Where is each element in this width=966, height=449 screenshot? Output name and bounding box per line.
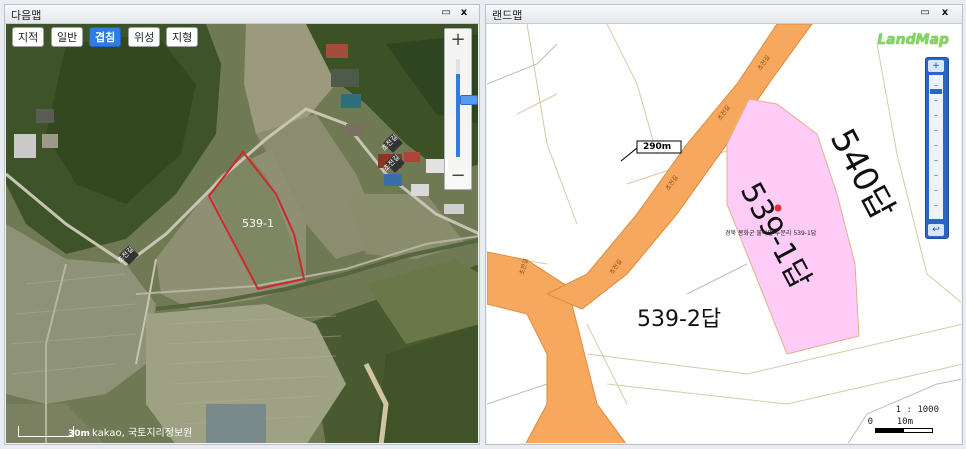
window-title: 랜드맵: [492, 9, 523, 22]
zoom-control: + −: [444, 28, 478, 190]
zoom-reset-button[interactable]: ↩: [928, 224, 944, 236]
cadastral-drawing: [487, 24, 961, 443]
zoom-slider-fill: [456, 73, 460, 157]
landmap-window: 랜드맵 ▭ x 290m 초전길 초전길 초전길 초전길 초전길 540답 53…: [485, 4, 963, 445]
maptype-terrain-button[interactable]: 지형: [166, 27, 199, 47]
zoom-in-button[interactable]: +: [928, 60, 944, 72]
parcel-label: 539-1: [242, 217, 274, 230]
zoom-tick: [934, 130, 938, 131]
restore-button[interactable]: ▭: [439, 6, 453, 20]
zoom-tick: [934, 205, 938, 206]
maptype-general-button[interactable]: 일반: [51, 27, 84, 47]
zoom-in-button[interactable]: +: [445, 29, 471, 53]
zoom-slider-knob[interactable]: [460, 95, 478, 105]
titlebar[interactable]: 랜드맵 ▭ x: [486, 5, 962, 24]
scale-ratio: 1 : 1000: [895, 405, 939, 415]
zoom-slider[interactable]: [456, 59, 478, 157]
zoom-tick: [934, 190, 938, 191]
maptype-overlay-button[interactable]: 겹침: [89, 27, 122, 47]
zoom-tick: [934, 85, 938, 86]
close-button[interactable]: x: [938, 6, 952, 20]
scale-bar: [18, 426, 74, 437]
scale-end-label: 10m: [896, 417, 913, 427]
maptype-cadastral-button[interactable]: 지적: [12, 27, 45, 47]
titlebar[interactable]: 다음맵 ▭ x: [5, 5, 479, 24]
zoom-slider[interactable]: [929, 75, 943, 219]
zoom-out-button[interactable]: −: [445, 165, 471, 189]
window-title: 다음맵: [11, 9, 42, 22]
maptype-satellite-button[interactable]: 위성: [128, 27, 161, 47]
landmap-zoom-control: + ↩: [925, 57, 949, 239]
scale-text: 30m: [68, 429, 90, 439]
scale-start-label: 0: [867, 417, 873, 427]
restore-button[interactable]: ▭: [918, 6, 932, 20]
zoom-tick: [934, 160, 938, 161]
attribution: kakao, 국토지리정보원: [92, 428, 193, 439]
landmap-logo: LandMap: [877, 32, 949, 48]
cadastral-map[interactable]: 290m 초전길 초전길 초전길 초전길 초전길 540답 539-1답 539…: [487, 24, 961, 443]
scale-bar: [875, 428, 933, 433]
zoom-tick: [934, 175, 938, 176]
zoom-slider-knob[interactable]: [930, 89, 942, 94]
close-button[interactable]: x: [457, 6, 471, 20]
distance-label: 290m: [643, 142, 672, 152]
daum-map-window: 다음맵 ▭ x 초전길 초전길 초전길 539-1 지적 일반 겹침 위성 지형…: [4, 4, 480, 445]
satellite-imagery: [6, 24, 478, 443]
zoom-tick: [934, 145, 938, 146]
zoom-tick: [934, 115, 938, 116]
zoom-tick: [934, 100, 938, 101]
address-label: 경북 봉화군 물야면 두문리 539-1답: [725, 230, 817, 237]
satellite-map[interactable]: 초전길 초전길 초전길 539-1 지적 일반 겹침 위성 지형 + − 30m…: [6, 24, 478, 443]
parcel-label-539-2: 539-2답: [637, 307, 722, 332]
